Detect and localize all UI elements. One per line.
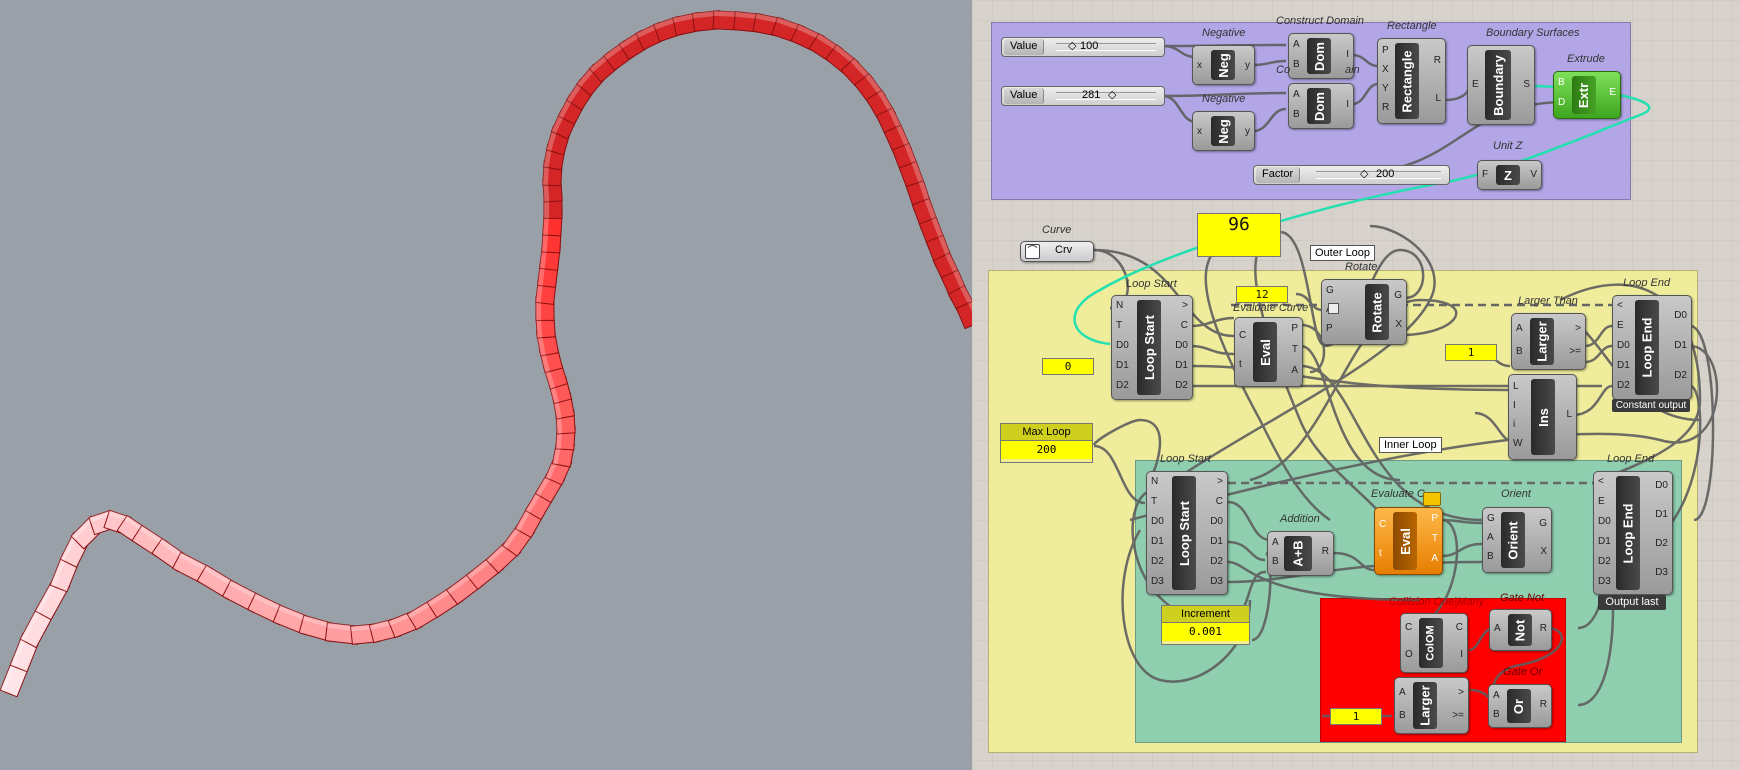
curve-parameter[interactable]: ⌒ Crv — [1020, 241, 1094, 262]
title-negative-2: Negative — [1202, 93, 1246, 105]
panel-0[interactable]: 0 — [1042, 358, 1094, 375]
title-addition: Addition — [1280, 513, 1320, 525]
slider-label: Value — [1004, 39, 1045, 55]
slider-value: 200 — [1376, 168, 1395, 180]
larger-than-component-1[interactable]: A B Larger > >= — [1511, 313, 1586, 370]
slider-knob-icon[interactable]: ◇ — [1360, 167, 1368, 182]
title-construct-domain-2: Co — [1276, 64, 1291, 76]
increment-value: 0.001 — [1162, 623, 1249, 641]
increment-header: Increment — [1162, 606, 1249, 623]
title-larger-than: Larger Than — [1518, 295, 1578, 307]
insert-items-component[interactable]: L I i W Ins L — [1508, 374, 1577, 460]
slider-value: 281 — [1082, 89, 1101, 101]
rhino-viewport[interactable] — [0, 0, 972, 770]
title-unit-z: Unit Z — [1493, 140, 1523, 152]
constant-output-label: Constant output — [1612, 399, 1690, 412]
orient-component[interactable]: G A B Orient G X — [1482, 507, 1552, 573]
title-collision: Collision One|Many — [1389, 596, 1485, 608]
inner-loop-tag: Inner Loop — [1379, 437, 1442, 453]
title-orient: Orient — [1501, 488, 1531, 500]
boundary-surfaces-component[interactable]: E Boundary S — [1467, 45, 1535, 125]
slider-label: Value — [1004, 88, 1045, 104]
title-boundary-surfaces: Boundary Surfaces — [1486, 27, 1580, 39]
title-gate-not: Gate Not — [1500, 592, 1545, 604]
value-slider-2[interactable]: Value 281 ◇ — [1001, 86, 1165, 106]
count-panel[interactable]: 96 — [1197, 213, 1281, 257]
slider-label: Factor — [1256, 167, 1301, 183]
title-evaluate-curve-1: Evaluate Curve — [1233, 302, 1309, 314]
increment-panel[interactable]: Increment 0.001 — [1161, 605, 1250, 645]
title-evaluate-curve-2: Evaluate C — [1371, 488, 1425, 500]
title-loop-start-1: Loop Start — [1126, 278, 1177, 290]
warning-badge-icon[interactable] — [1423, 492, 1441, 506]
evaluate-curve-component-2[interactable]: C t Eval P T A — [1374, 507, 1443, 575]
title-loop-start-2: Loop Start — [1160, 453, 1211, 465]
extrude-component[interactable]: B D Extr E — [1553, 71, 1621, 119]
title-curve: Curve — [1042, 224, 1072, 236]
title-loop-end-2: Loop End — [1607, 453, 1655, 465]
title-loop-end-1: Loop End — [1623, 277, 1671, 289]
title-negative-1: Negative — [1202, 27, 1246, 39]
loop-start-component-2[interactable]: N T D0 D1 D2 D3 Loop Start > C D0 D1 D2 … — [1146, 471, 1228, 595]
gate-or-component[interactable]: A B Or R — [1488, 684, 1552, 728]
max-loop-header: Max Loop — [1001, 424, 1092, 441]
panel-12[interactable]: 12 — [1236, 286, 1288, 303]
factor-slider[interactable]: Factor 200 ◇ — [1253, 165, 1450, 185]
title-rotate: Rotate — [1345, 261, 1378, 273]
unit-z-component[interactable]: F Z V — [1477, 160, 1542, 190]
rectangle-component[interactable]: P X Y R Rectangle R L — [1377, 38, 1446, 124]
addition-component[interactable]: A B A+B R — [1267, 531, 1334, 576]
panel-1-b[interactable]: 1 — [1330, 708, 1382, 725]
value-slider-1[interactable]: Value 100 ◇ — [1001, 37, 1165, 57]
max-loop-panel[interactable]: Max Loop 200 — [1000, 423, 1093, 463]
title-gate-or: Gate Or — [1503, 666, 1543, 678]
slider-knob-icon[interactable]: ◇ — [1108, 88, 1116, 103]
evaluate-curve-component-1[interactable]: C t Eval P T A — [1234, 317, 1303, 387]
title-construct-domain: Construct Domain — [1276, 15, 1365, 27]
negative-component-2[interactable]: x Neg y — [1192, 111, 1255, 151]
curve-icon: ⌒ — [1025, 244, 1040, 259]
loop-end-component-2[interactable]: < E D0 D1 D2 D3 Loop End D0 D1 D2 D3 — [1593, 471, 1673, 595]
max-loop-value: 200 — [1001, 441, 1092, 459]
construct-domain-component-2[interactable]: A B Dom I — [1288, 83, 1354, 129]
loop-end-component-1[interactable]: < E D0 D1 D2 Loop End D0 D1 D2 — [1612, 295, 1692, 400]
angle-icon — [1328, 303, 1339, 314]
output-last-label: Output last — [1598, 595, 1666, 610]
slider-value: 100 — [1080, 40, 1099, 52]
rotate-component[interactable]: G A P Rotate G X — [1321, 279, 1407, 345]
collision-component[interactable]: C O ColOM C I — [1400, 613, 1468, 673]
viewport-scene — [0, 10, 972, 698]
title-extrude: Extrude — [1567, 53, 1605, 65]
title-construct-domain-2b: ain — [1345, 64, 1360, 76]
larger-than-component-2[interactable]: A B Larger > >= — [1394, 677, 1469, 734]
panel-1-a[interactable]: 1 — [1445, 344, 1497, 361]
gate-not-component[interactable]: A Not R — [1489, 609, 1552, 651]
outer-loop-tag: Outer Loop — [1310, 245, 1376, 261]
negative-component-1[interactable]: x Neg y — [1192, 45, 1255, 85]
loop-start-component-1[interactable]: N T D0 D1 D2 Loop Start > C D0 D1 D2 — [1111, 295, 1193, 400]
slider-knob-icon[interactable]: ◇ — [1068, 39, 1076, 54]
title-rectangle: Rectangle — [1387, 20, 1437, 32]
